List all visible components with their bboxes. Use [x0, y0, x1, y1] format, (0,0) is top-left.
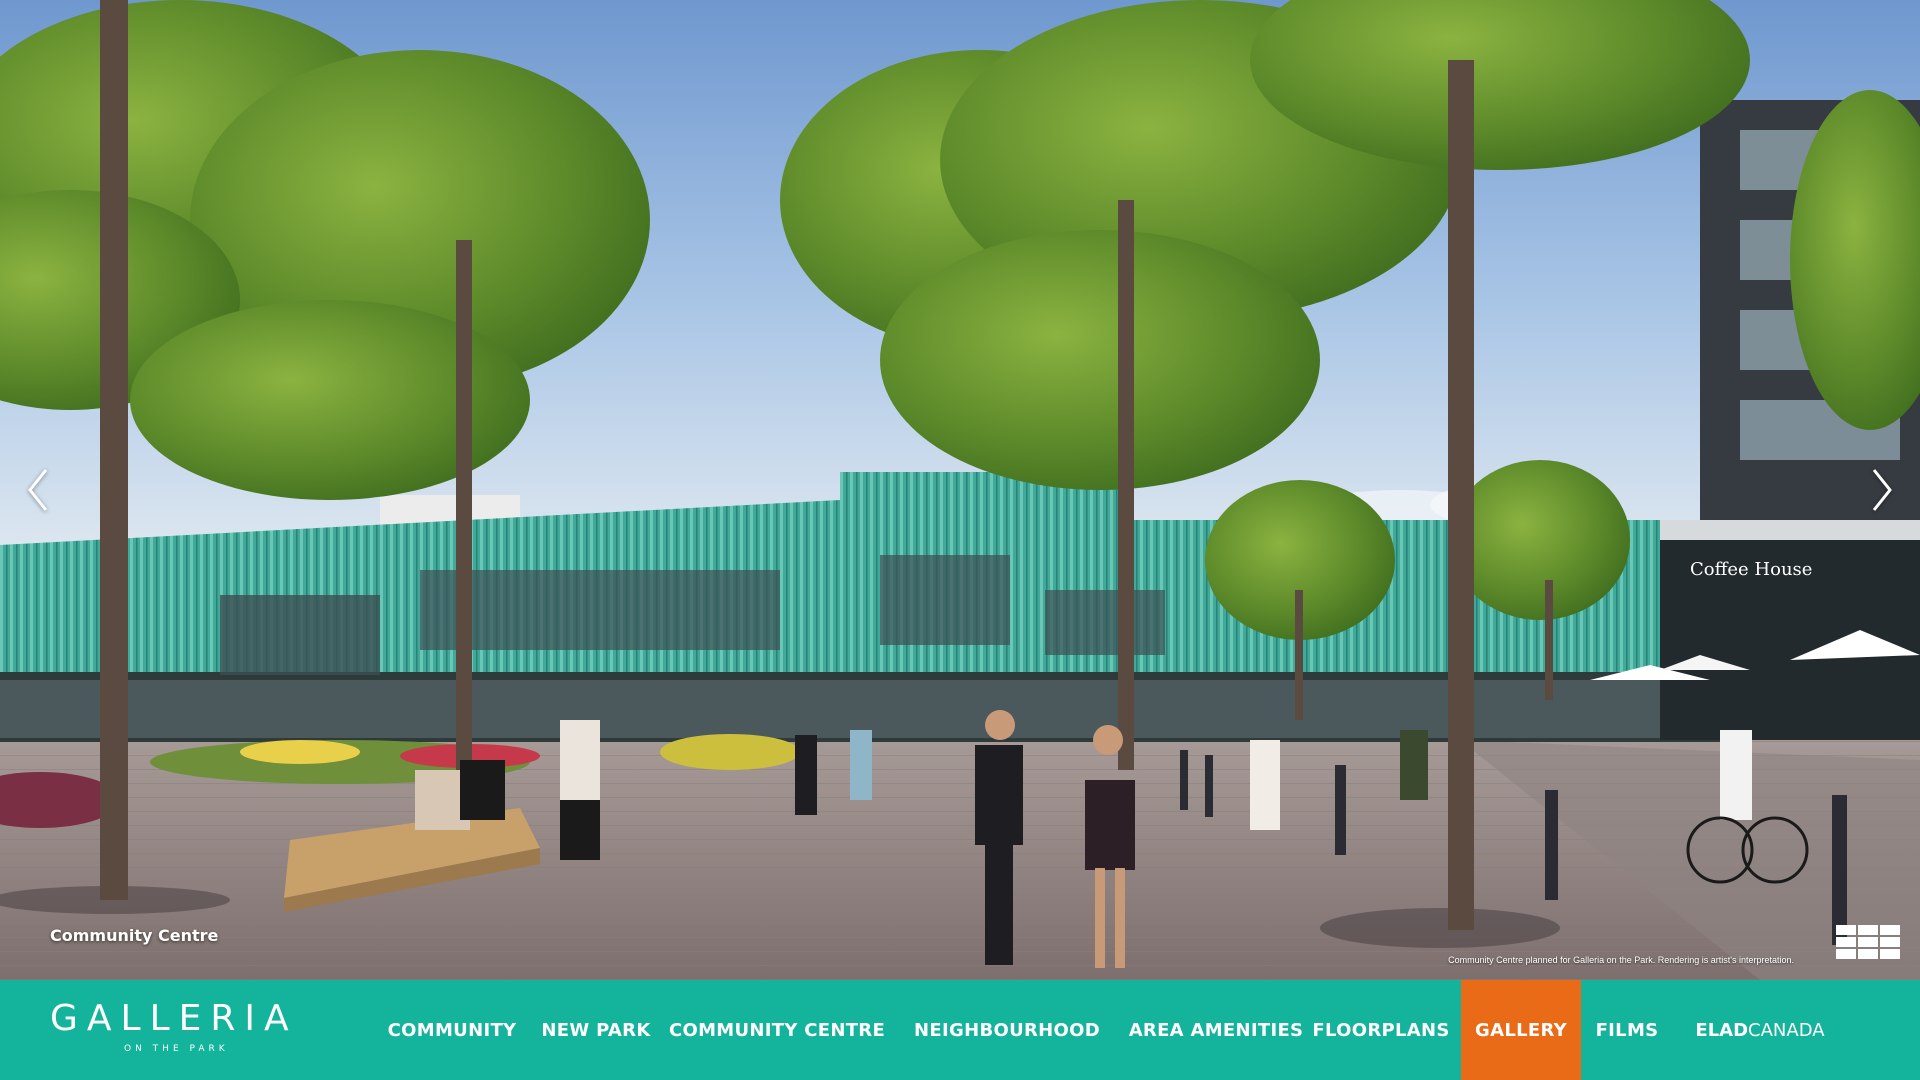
chevron-left-icon [28, 469, 48, 511]
nav-item-new-park[interactable]: NEW PARK [536, 980, 656, 1080]
nav-item-neighbourhood[interactable]: NEIGHBOURHOOD [908, 980, 1106, 1080]
slide-disclaimer: Community Centre planned for Galleria on… [1448, 955, 1794, 965]
nav-item-films[interactable]: FILMS [1585, 980, 1669, 1080]
chevron-right-icon [1872, 469, 1892, 511]
nav-item-gallery[interactable]: GALLERY [1461, 980, 1581, 1080]
nav-item-floorplans[interactable]: FLOORPLANS [1308, 980, 1454, 1080]
grid-view-icon [1836, 925, 1900, 959]
nav-item-area-amenities[interactable]: AREA AMENITIES [1120, 980, 1312, 1080]
slide-caption: Community Centre [50, 926, 219, 945]
page: Coffee House Community Centre Community … [0, 0, 1920, 1080]
logo-tagline: ON THE PARK [124, 1044, 229, 1054]
brand-name-light: CANADA [1748, 1019, 1825, 1041]
next-slide-button[interactable] [1860, 455, 1904, 525]
nav-item-community-centre[interactable]: COMMUNITY CENTRE [669, 980, 885, 1080]
main-navigation: GALLERIA ON THE PARK COMMUNITY NEW PARK … [0, 980, 1920, 1080]
logo-wordmark: GALLERIA [50, 998, 298, 1039]
slide-image: Coffee House [0, 0, 1920, 980]
brand-name-bold: ELAD [1695, 1019, 1749, 1041]
gallery-slide: Coffee House Community Centre Community … [0, 0, 1920, 980]
shop-sign: Coffee House [1690, 559, 1812, 580]
nav-item-community[interactable]: COMMUNITY [383, 980, 521, 1080]
site-logo[interactable]: GALLERIA ON THE PARK [50, 980, 310, 1080]
grid-view-button[interactable] [1836, 925, 1900, 959]
previous-slide-button[interactable] [16, 455, 60, 525]
elad-canada-link[interactable]: ELAD CANADA [1682, 980, 1838, 1080]
